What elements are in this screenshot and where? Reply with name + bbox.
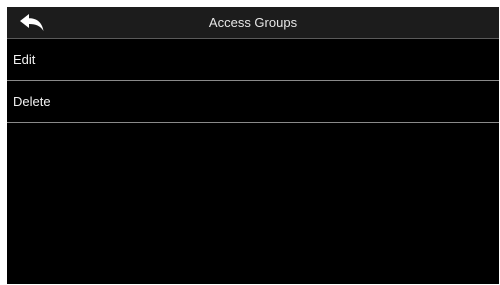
title-bar: Access Groups [7,7,499,39]
menu-item-delete[interactable]: Delete [7,81,499,123]
page-title: Access Groups [208,15,298,30]
menu-list: Edit Delete [7,39,499,123]
device-screen: Access Groups Edit Delete [7,7,499,284]
back-button[interactable] [7,7,57,38]
menu-item-edit[interactable]: Edit [7,39,499,81]
back-arrow-icon [20,13,44,32]
